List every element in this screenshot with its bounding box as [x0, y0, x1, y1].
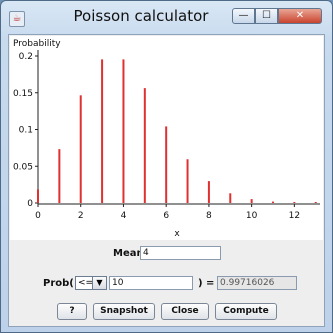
maximize-button[interactable]: ☐	[255, 8, 278, 24]
probability-bar-6	[165, 126, 168, 203]
probability-bar-2	[79, 95, 82, 203]
probability-bar-5	[143, 88, 146, 203]
probability-bar-11	[272, 201, 274, 203]
x-axis-label: x	[174, 229, 180, 239]
probability-bar-10	[250, 199, 253, 203]
y-tick-label: 0.15	[13, 89, 33, 99]
probability-bar-3	[101, 59, 104, 204]
probability-bar-4	[122, 59, 125, 204]
probability-bar-13	[314, 202, 317, 203]
mean-input[interactable]: 4	[140, 246, 221, 260]
probability-bar-12	[293, 202, 296, 203]
controls-panel: Mean: 4 Prob( X <= ▼ 10 ) = 0.99716026 ?…	[9, 240, 324, 326]
y-axis-label: Probability	[13, 39, 61, 49]
minimize-button[interactable]: —	[232, 8, 255, 24]
help-button[interactable]: ?	[57, 303, 87, 320]
probability-chart: Probability x 0 0.05 0.1 0.15 0.2 0 2 4 6 8 10 12	[13, 39, 320, 239]
x-tick-label: 4	[121, 211, 127, 221]
result-field: 0.99716026	[217, 276, 297, 290]
probability-bar-8	[207, 181, 210, 203]
client-area: Probability x 0 0.05 0.1 0.15 0.2 0 2 4 6 8 10 12 M…	[8, 34, 325, 327]
equals-label: ) =	[198, 278, 215, 289]
poisson-window: ☕ Poisson calculator — ☐ ✕ Probability x…	[0, 0, 333, 333]
chevron-down-icon[interactable]: ▼	[92, 276, 107, 290]
bound-input[interactable]: 10	[109, 276, 193, 290]
probability-bar-7	[186, 159, 189, 203]
x-tick-label: 12	[289, 211, 300, 221]
y-tick-label: 0.1	[19, 126, 33, 136]
close-window-button[interactable]: ✕	[278, 8, 322, 24]
operator-select[interactable]: <=	[75, 276, 93, 290]
y-tick-label: 0	[27, 199, 33, 209]
close-button[interactable]: Close	[161, 303, 209, 320]
probability-bar-0	[37, 189, 39, 203]
snapshot-button[interactable]: Snapshot	[93, 303, 155, 320]
y-tick-label: 0.2	[19, 52, 33, 62]
chart-panel: Probability x 0 0.05 0.1 0.15 0.2 0 2 4 6 8 10 12	[10, 36, 323, 240]
x-tick-label: 10	[246, 211, 258, 221]
probability-bar-9	[229, 193, 232, 203]
x-tick-label: 0	[35, 211, 41, 221]
x-tick-label: 6	[163, 211, 169, 221]
compute-button[interactable]: Compute	[215, 303, 277, 320]
title-bar[interactable]: ☕ Poisson calculator — ☐ ✕	[1, 1, 332, 34]
probability-bar-1	[58, 149, 61, 203]
y-tick-label: 0.05	[13, 162, 33, 172]
x-tick-label: 2	[78, 211, 84, 221]
x-tick-label: 8	[206, 211, 212, 221]
